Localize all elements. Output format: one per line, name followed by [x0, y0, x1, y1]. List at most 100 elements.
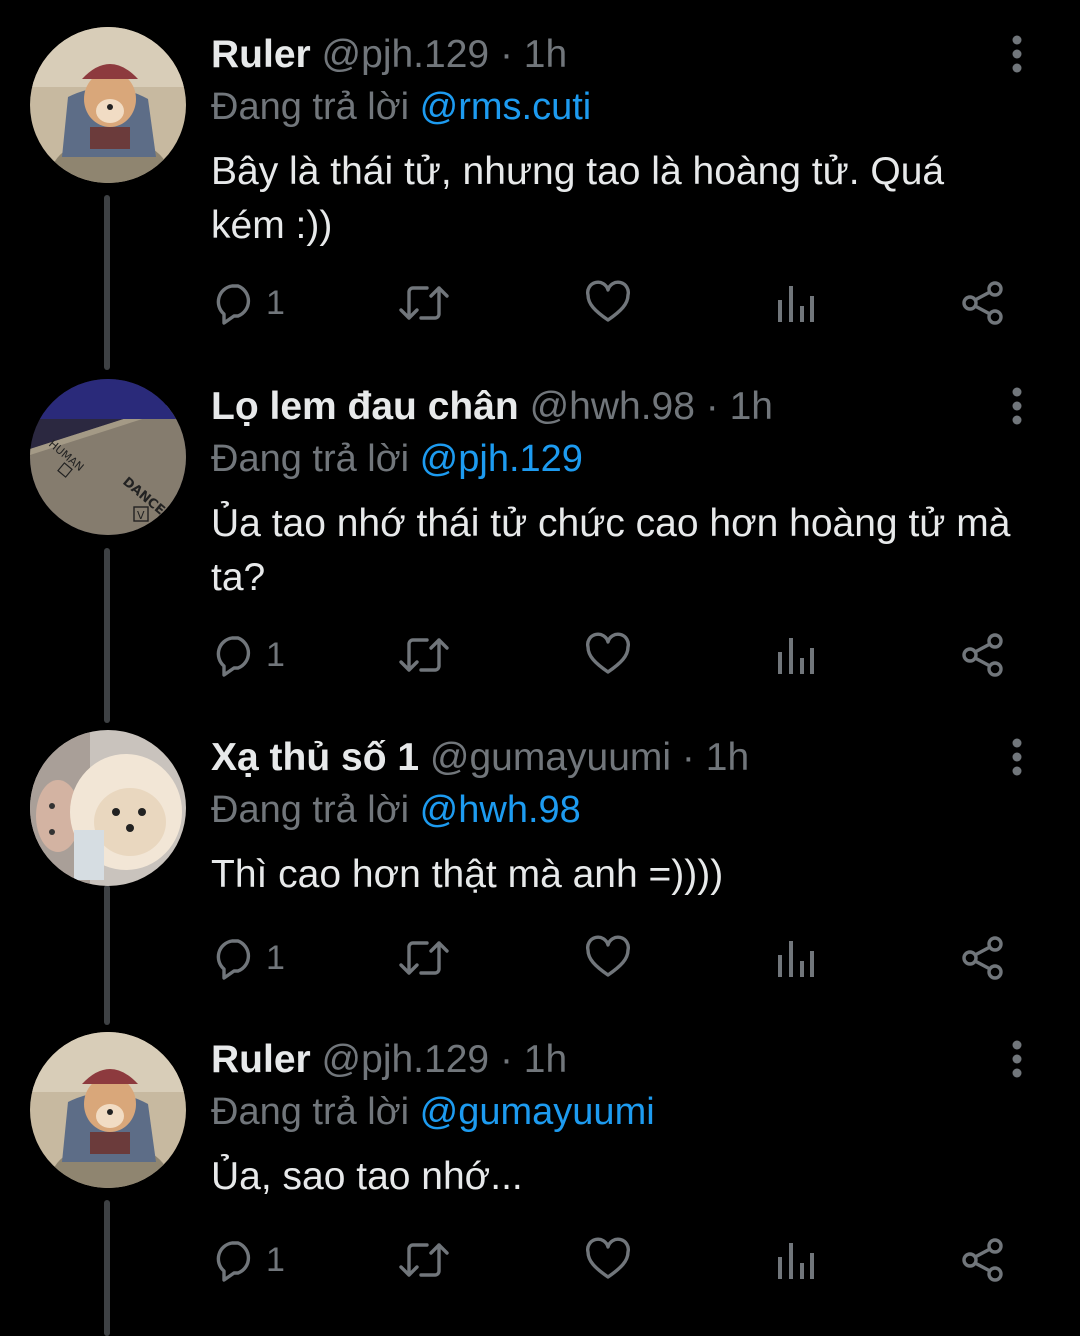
views-icon [778, 286, 814, 322]
retweet-icon [399, 941, 449, 975]
tweet[interactable]: HUMAN DANCE V Lọ lem đau chân @hwh.98 · … [0, 352, 1080, 682]
retweet-button[interactable] [397, 278, 451, 328]
dance-mat-avatar-image: HUMAN DANCE V [30, 379, 186, 535]
dog-avatar-image [30, 27, 186, 183]
action-bar: 1 [0, 1235, 1080, 1285]
like-button[interactable] [585, 630, 631, 680]
reply-button[interactable]: 1 [212, 630, 285, 680]
tweet[interactable]: Xạ thủ số 1 @gumayuumi · 1h Đang trả lời… [0, 703, 1080, 1033]
timestamp[interactable]: 1h [524, 33, 567, 76]
replying-to-label: Đang trả lời [211, 438, 410, 480]
like-button[interactable] [585, 933, 631, 983]
user-handle[interactable]: @pjh.129 [322, 1038, 490, 1081]
views-icon [778, 941, 814, 977]
action-bar: 1 [0, 933, 1080, 983]
views-icon [778, 638, 814, 674]
replying-to-label: Đang trả lời [211, 86, 410, 128]
user-handle[interactable]: @hwh.98 [530, 385, 695, 428]
tweet-header: Xạ thủ số 1 @gumayuumi · 1h [211, 733, 749, 783]
mention-link[interactable]: @gumayuumi [420, 1091, 655, 1133]
tweet-header: Lọ lem đau chân @hwh.98 · 1h [211, 382, 773, 432]
replying-to: Đang trả lời @hwh.98 [211, 785, 581, 835]
display-name[interactable]: Xạ thủ số 1 [211, 736, 419, 779]
more-icon [1012, 738, 1022, 776]
reply-icon [216, 284, 251, 325]
reply-count: 1 [266, 938, 285, 977]
retweet-button[interactable] [397, 630, 451, 680]
share-icon [962, 936, 1003, 980]
action-bar: 1 [0, 278, 1080, 328]
like-icon [586, 632, 630, 674]
timestamp[interactable]: 1h [706, 736, 749, 779]
separator-dot: · [499, 1038, 513, 1081]
retweet-icon [399, 638, 449, 672]
share-button[interactable] [960, 278, 1006, 328]
reply-button[interactable]: 1 [212, 933, 285, 983]
timestamp[interactable]: 1h [730, 385, 773, 428]
more-icon [1012, 1040, 1022, 1078]
mention-link[interactable]: @hwh.98 [420, 789, 581, 831]
separator-dot: · [705, 385, 719, 428]
dog-avatar-image [30, 1032, 186, 1188]
tweet-text: Bây là thái tử, nhưng tao là hoàng tử. Q… [211, 150, 945, 247]
separator-dot: · [681, 736, 695, 779]
more-options-button[interactable] [1000, 1039, 1034, 1079]
avatar[interactable]: HUMAN DANCE V [30, 379, 186, 535]
views-button[interactable] [775, 630, 817, 680]
reply-button[interactable]: 1 [212, 278, 285, 328]
retweet-button[interactable] [397, 933, 451, 983]
replying-to: Đang trả lời @pjh.129 [211, 434, 583, 484]
share-button[interactable] [960, 933, 1006, 983]
more-options-button[interactable] [1000, 737, 1034, 777]
more-icon [1012, 387, 1022, 425]
avatar[interactable] [30, 27, 186, 183]
like-button[interactable] [585, 1235, 631, 1285]
like-button[interactable] [585, 278, 631, 328]
avatar-text-check: V [137, 509, 145, 522]
reply-count: 1 [266, 1240, 285, 1279]
tweet-text: Thì cao hơn thật mà anh =)))) [211, 853, 724, 896]
share-button[interactable] [960, 1235, 1006, 1285]
reply-button[interactable]: 1 [212, 1235, 285, 1285]
views-icon [778, 1243, 814, 1279]
like-icon [586, 935, 630, 977]
tweet-header: Ruler @pjh.129 · 1h [211, 1035, 567, 1085]
retweet-icon [399, 286, 449, 320]
replying-to-label: Đang trả lời [211, 789, 410, 831]
timestamp[interactable]: 1h [524, 1038, 567, 1081]
avatar[interactable] [30, 1032, 186, 1188]
more-options-button[interactable] [1000, 386, 1034, 426]
views-button[interactable] [775, 1235, 817, 1285]
more-options-button[interactable] [1000, 34, 1034, 74]
user-handle[interactable]: @pjh.129 [322, 33, 490, 76]
tweet[interactable]: Ruler @pjh.129 · 1h Đang trả lời @rms.cu… [0, 0, 1080, 330]
like-icon [586, 1237, 630, 1279]
more-icon [1012, 35, 1022, 73]
tweet-text: Ủa, sao tao nhớ... [211, 1155, 523, 1198]
views-button[interactable] [775, 933, 817, 983]
reply-count: 1 [266, 635, 285, 674]
tweet-text: Ủa tao nhớ thái tử chức cao hơn hoàng tử… [211, 502, 1011, 599]
display-name[interactable]: Ruler [211, 1038, 311, 1081]
views-button[interactable] [775, 278, 817, 328]
display-name[interactable]: Ruler [211, 33, 311, 76]
pomeranian-avatar-image [30, 730, 186, 886]
reply-icon [216, 939, 251, 980]
avatar[interactable] [30, 730, 186, 886]
like-icon [586, 280, 630, 322]
share-button[interactable] [960, 630, 1006, 680]
separator-dot: · [499, 33, 513, 76]
share-icon [962, 281, 1003, 325]
reply-icon [216, 1241, 251, 1282]
action-bar: 1 [0, 630, 1080, 680]
replying-to-label: Đang trả lời [211, 1091, 410, 1133]
tweet[interactable]: Ruler @pjh.129 · 1h Đang trả lời @gumayu… [0, 1005, 1080, 1335]
mention-link[interactable]: @rms.cuti [420, 86, 592, 128]
share-icon [962, 1238, 1003, 1282]
mention-link[interactable]: @pjh.129 [420, 438, 583, 480]
share-icon [962, 633, 1003, 677]
user-handle[interactable]: @gumayuumi [430, 736, 671, 779]
retweet-icon [399, 1243, 449, 1277]
display-name[interactable]: Lọ lem đau chân [211, 385, 519, 428]
retweet-button[interactable] [397, 1235, 451, 1285]
